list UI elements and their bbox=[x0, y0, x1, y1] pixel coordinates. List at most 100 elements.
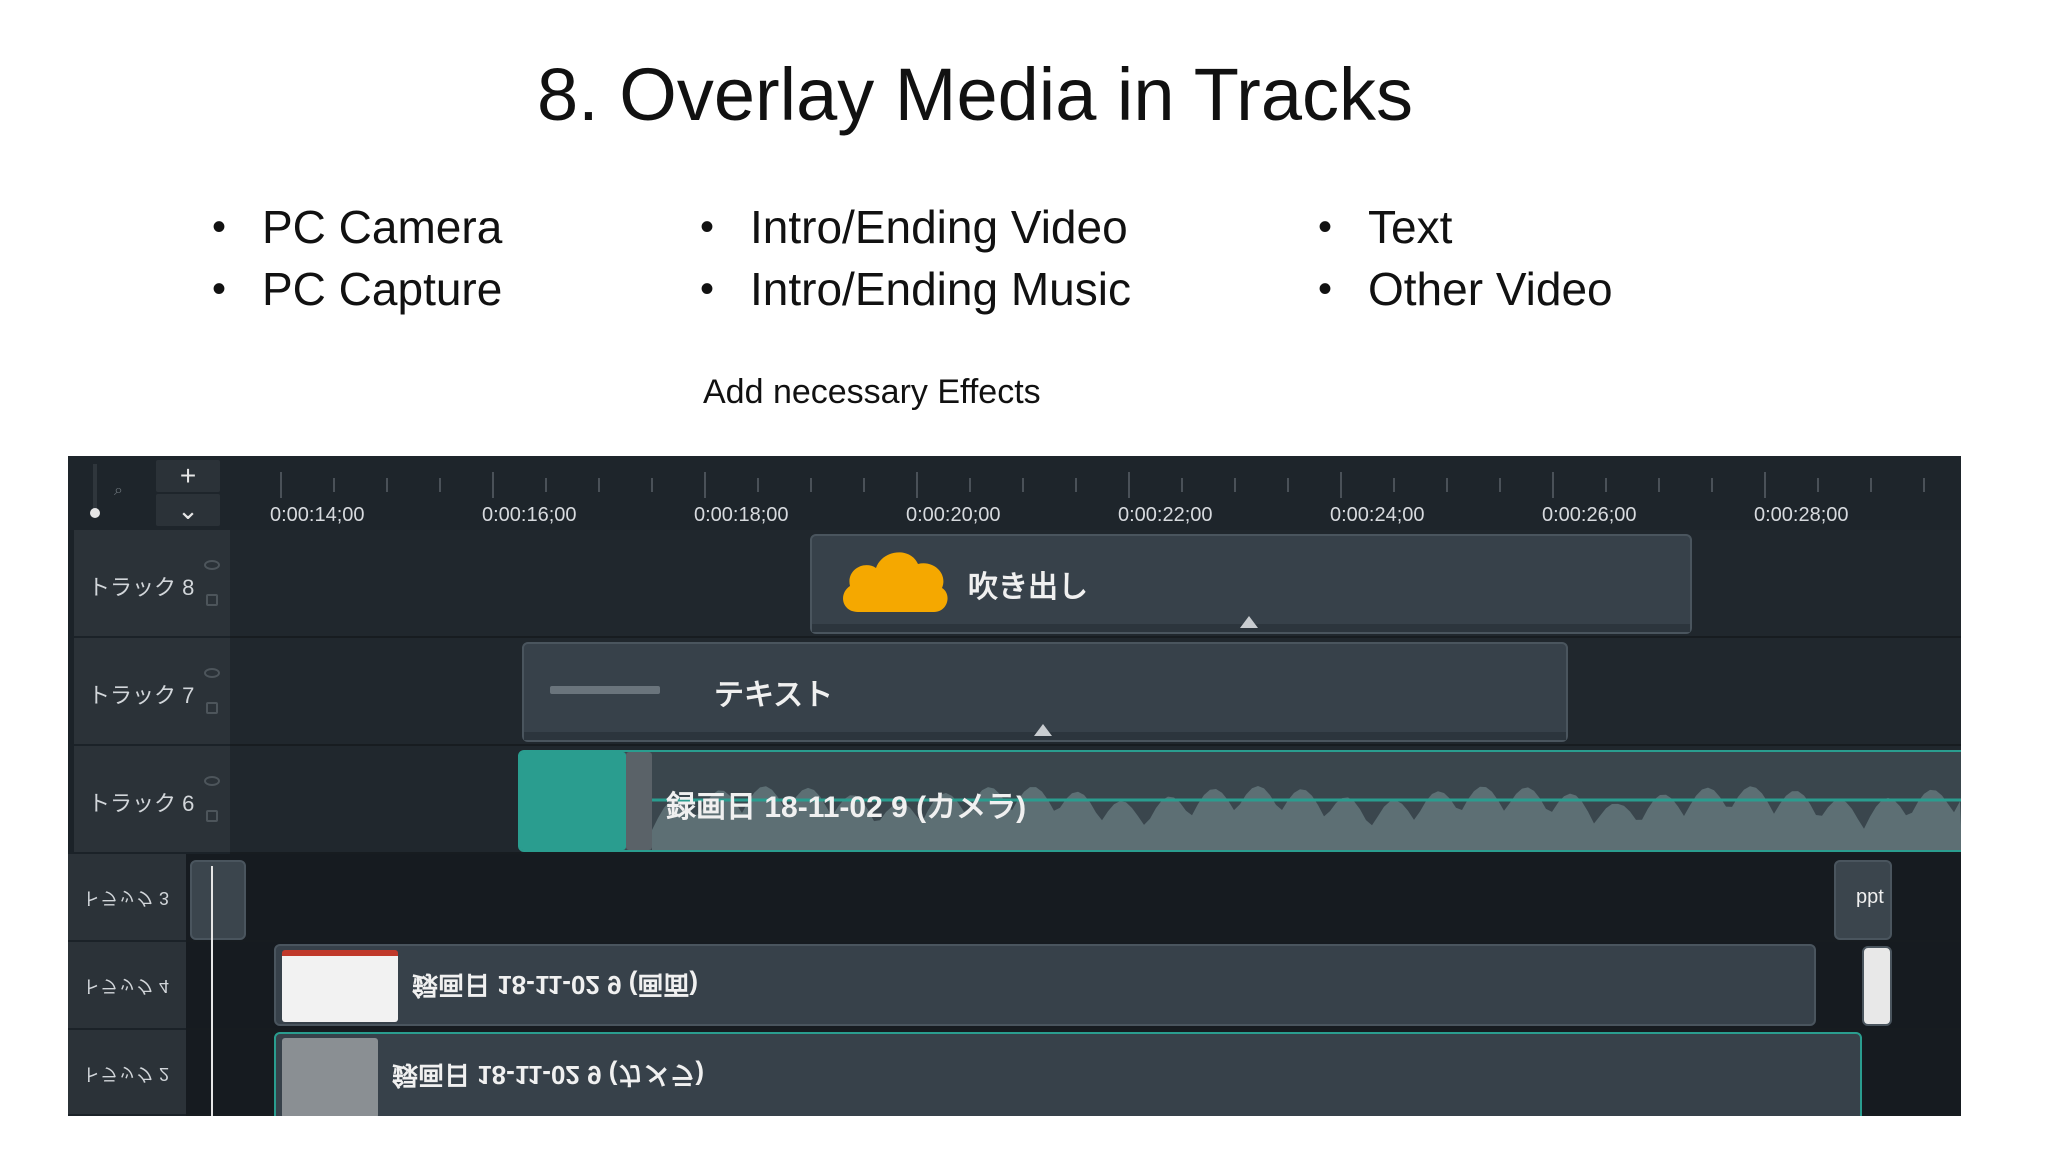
track-header-8[interactable]: トラック 8 bbox=[74, 530, 230, 638]
ruler-tick bbox=[1658, 478, 1660, 492]
eye-icon[interactable] bbox=[204, 560, 220, 570]
zoom-icon: ⌕ bbox=[114, 482, 123, 499]
slide-title: 8. Overlay Media in Tracks bbox=[537, 53, 1413, 136]
track-name: トラック 4 bbox=[82, 976, 170, 996]
lock-icon[interactable] bbox=[206, 702, 218, 714]
ruler-tick bbox=[1446, 478, 1448, 492]
ruler-tick bbox=[757, 478, 759, 492]
ruler-tick bbox=[280, 472, 282, 498]
ruler-tick bbox=[333, 478, 335, 492]
track-lane-3[interactable]: ppt bbox=[186, 854, 1961, 942]
other-video-clip[interactable] bbox=[1862, 946, 1892, 1026]
ruler-tick bbox=[1287, 478, 1289, 492]
ruler-tick bbox=[492, 472, 494, 498]
camera-thumbnail-frame bbox=[626, 752, 652, 850]
track-lane-6[interactable]: 録画日 18-11-02 9 (カメラ) bbox=[230, 746, 1961, 854]
ruler-label: 0:00:22;00 bbox=[1118, 504, 1213, 526]
ruler-tick bbox=[545, 478, 547, 492]
ruler-tick bbox=[969, 478, 971, 492]
track-lane-4[interactable]: 録画日 18-11-02 9 (画面) bbox=[186, 942, 1961, 1030]
add-track-button[interactable]: + bbox=[156, 460, 220, 492]
track-name: トラック 8 bbox=[88, 575, 195, 600]
ruler-tick bbox=[1499, 478, 1501, 492]
timeline-editor-screenshot: ⌕ + ⌄ 0:00:14;00 0:00:16;00 0:00:18;00 0:00… bbox=[68, 456, 1961, 1116]
clip-label: 録画日 18-11-02 9 (画面) bbox=[412, 970, 699, 1000]
camera-thumbnail bbox=[282, 1038, 378, 1116]
caret-up-icon[interactable] bbox=[1034, 724, 1052, 736]
ruler-tick bbox=[1605, 478, 1607, 492]
ruler-tick bbox=[439, 478, 441, 492]
callout-clip[interactable]: 吹き出し bbox=[810, 534, 1692, 634]
ruler-tick bbox=[1393, 478, 1395, 492]
zoom-slider-knob[interactable] bbox=[90, 508, 100, 518]
track-name: トラック 7 bbox=[88, 683, 195, 708]
ruler-tick bbox=[1340, 472, 1342, 498]
ruler-tick bbox=[598, 478, 600, 492]
ruler-tick bbox=[1552, 472, 1554, 498]
bullet-item: PC Capture bbox=[212, 258, 502, 320]
track-lane-7[interactable]: テキスト bbox=[230, 638, 1961, 746]
clip-label: テキスト bbox=[714, 679, 834, 712]
lock-icon[interactable] bbox=[206, 810, 218, 822]
ruler-tick bbox=[386, 478, 388, 492]
clip-label: ppt bbox=[1856, 886, 1884, 908]
bullet-list-col1: PC Camera PC Capture bbox=[212, 196, 502, 320]
screen-clip[interactable]: 録画日 18-11-02 9 (画面) bbox=[274, 944, 1816, 1026]
ruler-tick bbox=[1022, 478, 1024, 492]
ppt-clip-start[interactable] bbox=[190, 860, 246, 940]
ruler-label: 0:00:18;00 bbox=[694, 504, 789, 526]
track-header-4[interactable]: トラック 4 bbox=[68, 942, 186, 1030]
ruler-tick bbox=[1181, 478, 1183, 492]
ruler-label: 0:00:14;00 bbox=[270, 504, 365, 526]
text-preview-thumbnail bbox=[550, 686, 660, 694]
caret-up-icon[interactable] bbox=[1240, 616, 1258, 628]
time-ruler[interactable]: 0:00:14;00 0:00:16;00 0:00:18;00 0:00:20;00… bbox=[230, 456, 1961, 530]
track-name: トラック 3 bbox=[82, 888, 170, 908]
eye-icon[interactable] bbox=[204, 668, 220, 678]
ruler-label: 0:00:20;00 bbox=[906, 504, 1001, 526]
lock-icon[interactable] bbox=[206, 594, 218, 606]
ppt-clip-end[interactable]: ppt bbox=[1834, 860, 1892, 940]
track-lane-2[interactable]: 録画日 18-11-02 9 (カメラ) bbox=[186, 1030, 1961, 1116]
effects-note: Add necessary Effects bbox=[703, 373, 1041, 411]
track-name: トラック 2 bbox=[82, 1064, 170, 1084]
track-header-7[interactable]: トラック 7 bbox=[74, 638, 230, 746]
camera-thumbnail bbox=[520, 752, 626, 850]
ruler-tick bbox=[810, 478, 812, 492]
track-header-2[interactable]: トラック 2 bbox=[68, 1030, 186, 1116]
ruler-label: 0:00:26;00 bbox=[1542, 504, 1637, 526]
clip-label: 吹き出し bbox=[968, 571, 1088, 604]
ruler-tick bbox=[1128, 472, 1130, 498]
bullet-item: Text bbox=[1318, 196, 1613, 258]
bullet-list-col3: Text Other Video bbox=[1318, 196, 1613, 320]
ruler-label: 0:00:28;00 bbox=[1754, 504, 1849, 526]
timeline-controls: ⌕ + ⌄ bbox=[68, 456, 230, 530]
ruler-tick bbox=[863, 478, 865, 492]
ruler-tick bbox=[916, 472, 918, 498]
ruler-tick bbox=[1234, 478, 1236, 492]
bullet-item: PC Camera bbox=[212, 196, 502, 258]
playhead[interactable] bbox=[211, 866, 213, 1116]
ruler-tick bbox=[1764, 472, 1766, 498]
camera-clip[interactable]: 録画日 18-11-02 9 (カメラ) bbox=[518, 750, 1961, 852]
track-name: トラック 6 bbox=[88, 791, 195, 816]
bullet-item: Intro/Ending Music bbox=[700, 258, 1131, 320]
clip-label: 録画日 18-11-02 9 (カメラ) bbox=[392, 1060, 705, 1090]
collapse-tracks-button[interactable]: ⌄ bbox=[156, 494, 220, 526]
text-clip[interactable]: テキスト bbox=[522, 642, 1568, 742]
track-header-3[interactable]: トラック 3 bbox=[68, 854, 186, 942]
clip-label: 録画日 18-11-02 9 (カメラ) bbox=[666, 791, 1027, 824]
track-header-6[interactable]: トラック 6 bbox=[74, 746, 230, 854]
ruler-tick bbox=[1817, 478, 1819, 492]
ruler-tick bbox=[651, 478, 653, 492]
eye-icon[interactable] bbox=[204, 776, 220, 786]
ruler-tick bbox=[1075, 478, 1077, 492]
ruler-label: 0:00:24;00 bbox=[1330, 504, 1425, 526]
track2-camera-clip[interactable]: 録画日 18-11-02 9 (カメラ) bbox=[274, 1032, 1862, 1116]
ruler-tick bbox=[704, 472, 706, 498]
bullet-item: Intro/Ending Video bbox=[700, 196, 1131, 258]
track-lane-8[interactable]: 吹き出し bbox=[230, 530, 1961, 638]
bullet-item: Other Video bbox=[1318, 258, 1613, 320]
bullet-list-col2: Intro/Ending Video Intro/Ending Music bbox=[700, 196, 1131, 320]
screen-thumbnail bbox=[282, 950, 398, 1022]
